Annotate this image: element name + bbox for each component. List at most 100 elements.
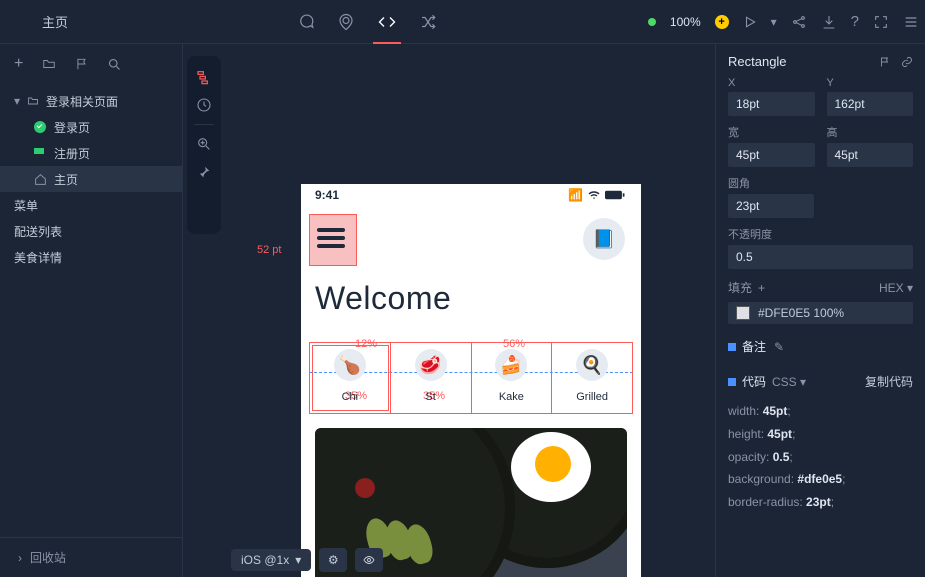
remark-label: 备注 xyxy=(742,338,766,355)
tree-item-login[interactable]: 登录页 xyxy=(0,114,182,140)
inspector-title: Rectangle xyxy=(728,54,787,69)
help-icon[interactable]: ? xyxy=(851,13,859,30)
hamburger-icon[interactable] xyxy=(317,228,345,248)
divider xyxy=(194,124,214,125)
measure-left: 52 pt xyxy=(257,244,281,256)
x-label: X xyxy=(728,77,815,89)
top-center-tools xyxy=(86,13,648,31)
tree-item-register[interactable]: 注册页 xyxy=(0,140,182,166)
folder-small-icon xyxy=(26,95,40,107)
category-label: Grilled xyxy=(576,391,608,403)
square-icon xyxy=(728,378,736,386)
trash-button[interactable]: › 回收站 xyxy=(0,537,182,577)
pin-tool-icon[interactable] xyxy=(191,159,217,185)
add-fill-button[interactable]: + xyxy=(758,281,765,295)
inspector-link-icon[interactable] xyxy=(901,56,913,68)
y-label: Y xyxy=(827,77,914,89)
zoom-value[interactable]: 100% xyxy=(670,15,701,29)
layout-tool-icon[interactable] xyxy=(191,64,217,90)
tree-item-food[interactable]: 美食详情 xyxy=(0,244,182,270)
steak-icon: 🥩 xyxy=(415,349,447,381)
h-value[interactable]: 45pt xyxy=(827,143,914,167)
tree-item-label: 菜单 xyxy=(14,197,38,214)
top-right-tools: 100% + ▾ ? xyxy=(648,13,919,30)
status-time: 9:41 xyxy=(315,188,339,202)
play-chevron-icon[interactable]: ▾ xyxy=(771,15,777,29)
fullscreen-icon[interactable] xyxy=(873,14,889,30)
h-label: 高 xyxy=(827,124,914,140)
tree-item-label: 配送列表 xyxy=(14,223,62,240)
preview-button[interactable] xyxy=(355,548,383,572)
code-icon[interactable] xyxy=(377,13,397,31)
categories-row: 12% 56% 35% 35% 🍗Chi 🥩St 🍰Kake 🍳Grilled xyxy=(309,342,633,414)
comment-icon[interactable] xyxy=(297,13,315,31)
check-circle-icon xyxy=(34,121,46,133)
copy-code-button[interactable]: 复制代码 xyxy=(865,373,913,390)
inspector-header: Rectangle xyxy=(728,54,913,69)
radius-value[interactable]: 23pt xyxy=(728,194,814,218)
zoom-tool-icon[interactable] xyxy=(191,131,217,157)
fill-value: #DFE0E5 100% xyxy=(758,306,844,320)
chevron-down-icon: ▾ xyxy=(295,553,301,567)
category-label: Kake xyxy=(499,391,524,403)
download-icon[interactable] xyxy=(821,14,837,30)
inspector-flag-icon[interactable] xyxy=(879,56,891,68)
play-icon[interactable] xyxy=(743,15,757,29)
w-label: 宽 xyxy=(728,124,815,140)
add-zoom-button[interactable]: + xyxy=(715,15,729,29)
device-scale-select[interactable]: iOS @1x ▾ xyxy=(231,549,311,571)
tree-item-label: 注册页 xyxy=(54,145,90,162)
category-cell[interactable]: 🍰 Kake xyxy=(472,343,553,413)
pin-icon[interactable] xyxy=(337,13,355,31)
tree-item-menu[interactable]: 菜单 xyxy=(0,192,182,218)
share-icon[interactable] xyxy=(791,14,807,30)
tree-item-delivery[interactable]: 配送列表 xyxy=(0,218,182,244)
tree-item-label: 美食详情 xyxy=(14,249,62,266)
tree-item-label: 主页 xyxy=(54,171,78,188)
w-value[interactable]: 45pt xyxy=(728,143,815,167)
flag-icon xyxy=(34,148,44,158)
menu-icon[interactable] xyxy=(903,14,919,30)
wifi-icon xyxy=(587,189,601,201)
fill-chip[interactable]: #DFE0E5 100% xyxy=(728,302,913,324)
gear-icon: ⚙ xyxy=(328,553,339,567)
opacity-value[interactable]: 0.5 xyxy=(728,245,913,269)
shuffle-icon[interactable] xyxy=(419,13,437,31)
status-dot-icon xyxy=(648,18,656,26)
code-lang[interactable]: CSS ▾ xyxy=(772,375,806,389)
edit-icon[interactable]: ✎ xyxy=(774,340,784,354)
canvas-bottom-bar: iOS @1x ▾ ⚙ xyxy=(225,543,383,577)
hex-mode[interactable]: HEX ▾ xyxy=(879,281,913,295)
settings-button[interactable]: ⚙ xyxy=(319,548,347,572)
category-label: Chi xyxy=(342,391,359,403)
add-button[interactable]: + xyxy=(14,55,23,73)
artboard[interactable]: 9:41 📶 📘 Welcome 12% 56% 35% 35% 🍗Chi 🥩S… xyxy=(301,184,641,577)
tree-item-label: 登录页 xyxy=(54,119,90,136)
square-icon xyxy=(728,343,736,351)
grill-icon: 🍳 xyxy=(576,349,608,381)
cake-icon: 🍰 xyxy=(495,349,527,381)
radius-label: 圆角 xyxy=(728,175,913,191)
opacity-label: 不透明度 xyxy=(728,226,913,242)
chicken-icon: 🍗 xyxy=(334,349,366,381)
tree-folder-label: 登录相关页面 xyxy=(46,93,118,110)
tree-item-home[interactable]: 主页 xyxy=(0,166,182,192)
x-value[interactable]: 18pt xyxy=(728,92,815,116)
battery-icon xyxy=(605,189,627,201)
y-value[interactable]: 162pt xyxy=(827,92,914,116)
eye-icon xyxy=(361,554,377,566)
tree-folder[interactable]: ▾ 登录相关页面 xyxy=(0,88,182,114)
category-cell[interactable]: 🥩St xyxy=(391,343,472,413)
folder-icon[interactable] xyxy=(41,57,57,71)
bookmark-button[interactable]: 📘 xyxy=(583,218,625,260)
inspector-panel: Rectangle X 18pt Y 162pt 宽 45pt 高 45pt 圆角 23p… xyxy=(715,44,925,577)
flag-tool-icon[interactable] xyxy=(75,57,89,71)
search-icon[interactable] xyxy=(107,57,122,72)
fill-label: 填充 xyxy=(728,279,752,296)
canvas-tool-strip xyxy=(183,44,225,577)
history-tool-icon[interactable] xyxy=(191,92,217,118)
category-cell[interactable]: 🍳 Grilled xyxy=(552,343,632,413)
canvas[interactable]: 48 pt 52 pt 9:41 📶 📘 Welcome 12% 56% 35%… xyxy=(225,44,715,577)
remark-section[interactable]: 备注 ✎ xyxy=(728,338,913,355)
category-cell[interactable]: 🍗 Chi xyxy=(310,343,391,413)
